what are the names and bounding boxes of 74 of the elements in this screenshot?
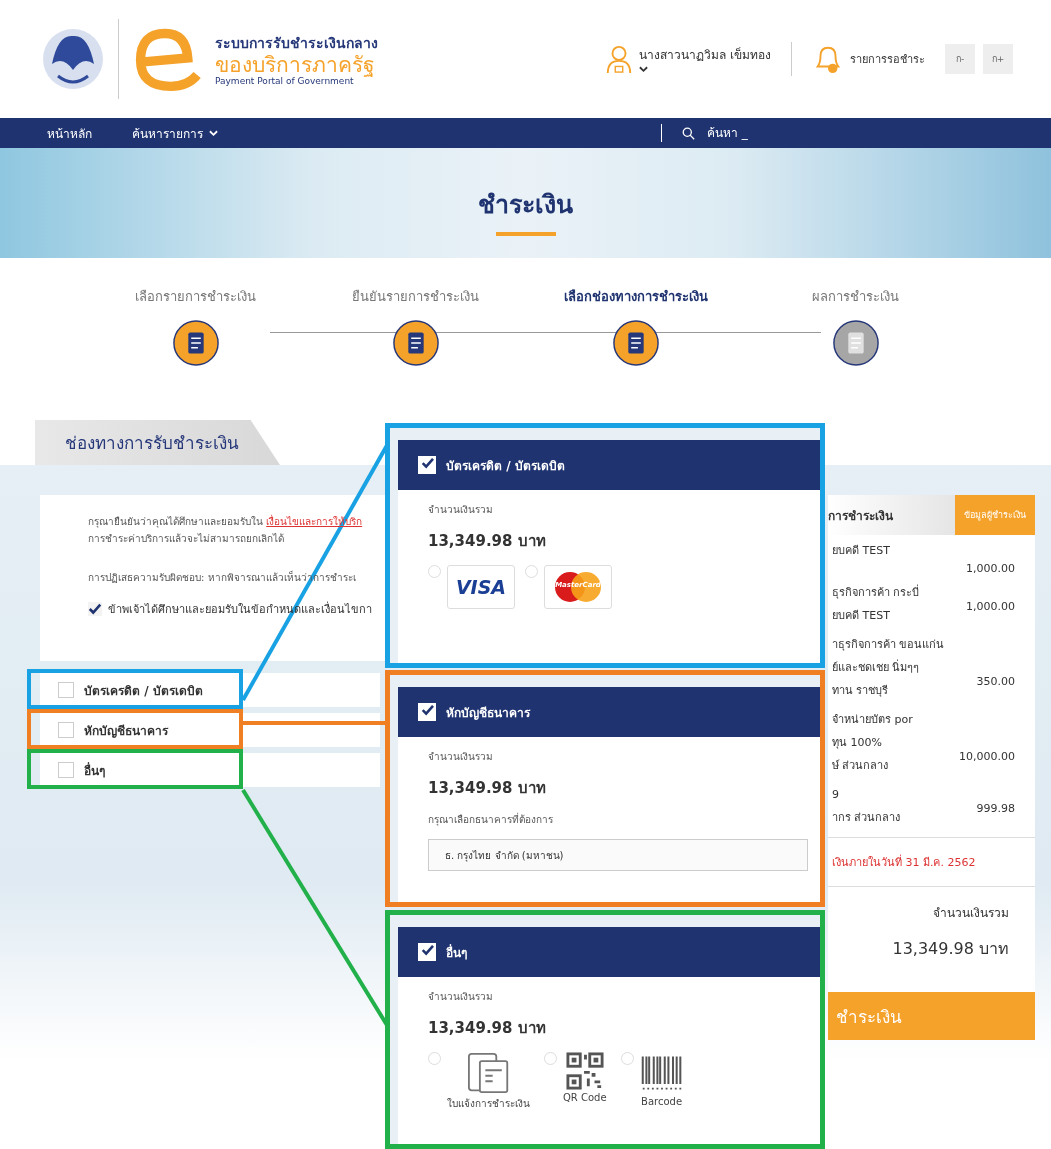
org-subtitle: ของบริการภาครัฐ — [215, 53, 376, 76]
font-size-button[interactable]: ก+ — [983, 44, 1013, 74]
payment-option-row[interactable]: บัตรเครดิต / บัตรเดบิต — [40, 673, 380, 707]
bank-select-label: กรุณาเลือกธนาคารที่ต้องการ — [428, 812, 554, 827]
item-amount: 999.98 — [976, 802, 1015, 815]
method-label: QR Code — [563, 1092, 607, 1103]
amount-value: 13,349.98 บาท — [428, 1018, 547, 1039]
method-radio[interactable] — [620, 1052, 634, 1065]
option-label: หักบัญชีธนาคาร — [84, 722, 168, 740]
item-amount: 350.00 — [976, 675, 1015, 688]
method-title: อื่นๆ — [446, 943, 467, 962]
search-icon — [682, 126, 695, 140]
item-description: ากร ส่วนกลาง — [832, 810, 901, 826]
method-checkbox[interactable] — [418, 943, 436, 961]
deadline-text: เงินภายในวันที่ 31 มี.ค. 2562 — [832, 853, 976, 871]
agree-checkbox[interactable] — [88, 602, 102, 616]
amount-label: จำนวนเงินรวม — [428, 503, 494, 517]
search-field[interactable]: ค้นหา _ — [705, 125, 909, 141]
qr-code-icon — [565, 1052, 604, 1090]
total-label: จำนวนเงินรวม — [933, 905, 1009, 922]
amount-label: จำนวนเงินรวม — [428, 750, 494, 764]
option-checkbox[interactable] — [58, 682, 74, 698]
card-radio[interactable] — [525, 565, 538, 578]
payment-option-row[interactable]: หักบัญชีธนาคาร — [40, 713, 380, 747]
amount-value: 13,349.98 บาท — [428, 778, 547, 799]
method-radio[interactable] — [428, 1052, 441, 1065]
card-radio[interactable] — [428, 565, 441, 578]
payment-option-row[interactable]: อื่นๆ — [40, 753, 380, 787]
user-icon[interactable] — [605, 43, 634, 75]
method-checkbox[interactable] — [418, 703, 436, 721]
org-english-name: Payment Portal of Government — [215, 76, 354, 86]
method-label: ใบแจ้งการชำระเงิน — [447, 1097, 530, 1111]
item-description: ทาน ราชบุรี — [832, 683, 890, 699]
item-amount: 1,000.00 — [966, 600, 1015, 613]
pending-payments-link[interactable]: รายการรอชำระ — [850, 50, 925, 68]
method-title: บัตรเครดิต / บัตรเดบิต — [446, 457, 565, 475]
item-amount: 1,000.00 — [966, 562, 1015, 575]
step-label: ยืนยันรายการชำระเงิน — [352, 288, 479, 306]
chevron-down-icon[interactable] — [639, 66, 649, 73]
method-title: หักบัญชีธนาคาร — [446, 704, 530, 722]
option-label: อื่นๆ — [84, 761, 105, 780]
method-label: Barcode — [641, 1096, 683, 1107]
nav-item[interactable]: หน้าหลัก — [47, 123, 92, 143]
bank-select[interactable]: ธ. กรุงไทย จำกัด (มหาชน) — [428, 839, 808, 871]
org-title: ระบบการรับชำระเงินกลาง — [215, 33, 378, 53]
item-description: ทุน 100% — [832, 735, 883, 751]
page-title: ชำระเงิน — [478, 189, 573, 221]
item-description: จำหน่ายบัตร por — [832, 712, 913, 728]
item-description: ษ์ ส่วนกลาง — [832, 758, 890, 774]
amount-label: จำนวนเงินรวม — [428, 990, 494, 1004]
step-label: เลือกช่องทางการชำระเงิน — [563, 288, 708, 306]
option-checkbox[interactable] — [58, 722, 74, 738]
step-label: ผลการชำระเงิน — [812, 288, 899, 306]
summary-header: การชำระเงิน — [828, 495, 955, 535]
method-radio[interactable] — [544, 1052, 557, 1065]
font-size-button[interactable]: ก- — [945, 44, 975, 74]
method-checkbox[interactable] — [418, 456, 436, 474]
step-label: เลือกรายการชำระเงิน — [135, 288, 256, 306]
total-amount: 13,349.98 บาท — [892, 938, 1009, 960]
item-description: ธุรกิจการค้า กระบี่ — [832, 583, 920, 601]
item-description: 9 — [832, 787, 840, 803]
item-description: ยบคดี TEST — [832, 608, 891, 624]
item-amount: 10,000.00 — [959, 750, 1015, 763]
nav-item[interactable]: ค้นหารายการ — [132, 123, 218, 143]
section-title: ช่องทางการรับชำระเงิน — [65, 432, 239, 455]
item-description: าธุรกิจการค้า ขอนแก่น — [832, 637, 945, 653]
amount-value: 13,349.98 บาท — [428, 531, 547, 552]
option-checkbox[interactable] — [58, 762, 74, 778]
item-description: ยบคดี TEST — [832, 543, 891, 559]
invoice-icon — [466, 1052, 511, 1094]
option-label: บัตรเครดิต / บัตรเดบิต — [84, 682, 203, 700]
item-description: ย์และชดเชย นิ่มๆๆ — [832, 658, 921, 676]
user-name[interactable]: นางสาวนาฏวิมล เข็มทอง — [639, 45, 771, 64]
visa-logo[interactable]: VISA — [447, 565, 515, 609]
